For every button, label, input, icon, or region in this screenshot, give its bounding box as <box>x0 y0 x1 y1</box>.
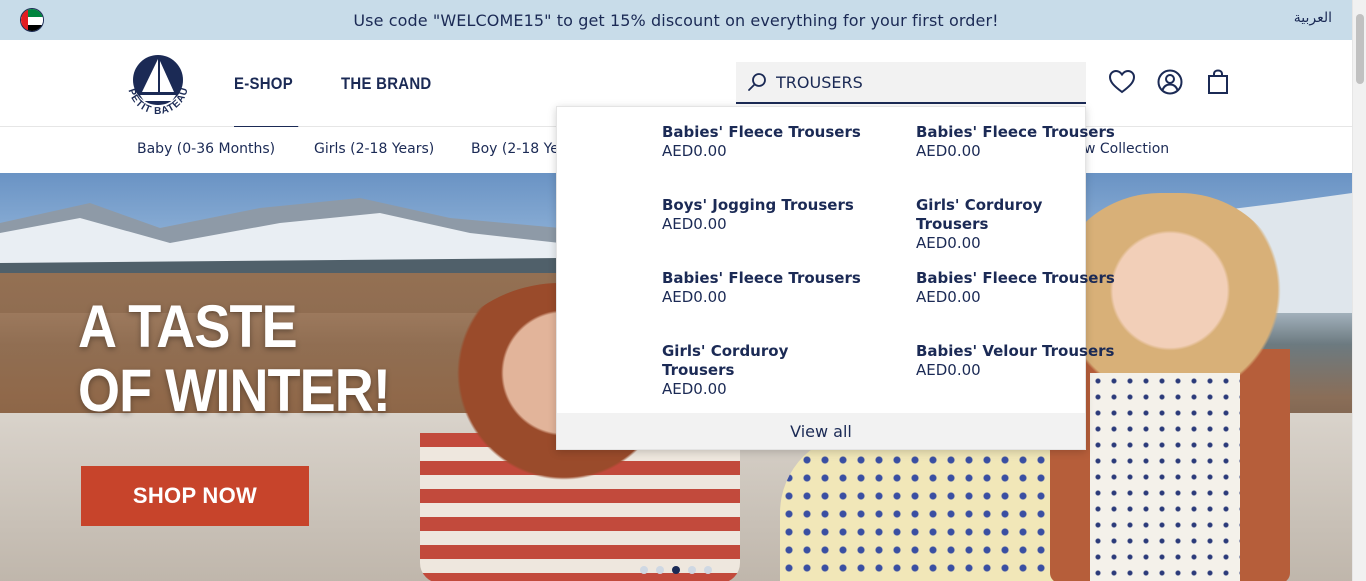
promo-bar: Use code "WELCOME15" to get 15% discount… <box>0 0 1352 40</box>
result-price: AED0.00 <box>662 215 727 233</box>
result-price: AED0.00 <box>916 142 981 160</box>
petit-bateau-logo[interactable]: PETIT BATEAU <box>118 48 198 120</box>
bag-icon[interactable] <box>1204 68 1232 96</box>
main-nav: E-SHOP THE BRAND <box>234 40 444 128</box>
carousel-dot-active[interactable] <box>672 566 680 574</box>
child-figure <box>780 433 1080 581</box>
search-result[interactable]: Babies' Fleece Trousers AED0.00 <box>662 123 862 161</box>
result-name: Boys' Jogging Trousers <box>662 196 854 214</box>
search-result[interactable]: Boys' Jogging Trousers AED0.00 <box>662 196 862 234</box>
shop-now-button[interactable]: SHOP NOW <box>81 466 309 526</box>
hero-title-line2: OF WINTER! <box>78 357 391 424</box>
result-name: Babies' Velour Trousers <box>916 342 1115 360</box>
search-result[interactable]: Girls' Corduroy Trousers AED0.00 <box>916 196 1116 253</box>
category-girls[interactable]: Girls (2-18 Years) <box>314 141 434 157</box>
category-baby[interactable]: Baby (0-36 Months) <box>137 141 275 157</box>
carousel-dots <box>640 566 712 574</box>
search-result[interactable]: Babies' Fleece Trousers AED0.00 <box>662 269 862 307</box>
result-name: Babies' Fleece Trousers <box>662 123 861 141</box>
result-name: Girls' Corduroy Trousers <box>662 342 789 379</box>
carousel-dot[interactable] <box>640 566 648 574</box>
result-price: AED0.00 <box>916 234 981 252</box>
search-suggestions-dropdown: Babies' Fleece Trousers AED0.00 Babies' … <box>556 106 1115 450</box>
result-price: AED0.00 <box>916 288 981 306</box>
carousel-dot[interactable] <box>704 566 712 574</box>
page-scrollbar[interactable] <box>1352 0 1366 581</box>
nav-eshop[interactable]: E-SHOP <box>234 40 299 128</box>
girl-shirt <box>1090 373 1240 581</box>
category-boy[interactable]: Boy (2-18 Ye <box>471 141 559 157</box>
result-name: Babies' Fleece Trousers <box>916 269 1115 287</box>
view-all-button[interactable]: View all <box>557 413 1085 449</box>
carousel-dot[interactable] <box>656 566 664 574</box>
search-input[interactable] <box>776 72 1076 92</box>
result-name: Babies' Fleece Trousers <box>916 123 1115 141</box>
search-result[interactable]: Babies' Fleece Trousers AED0.00 <box>916 269 1116 307</box>
nav-the-brand[interactable]: THE BRAND <box>341 40 431 127</box>
heart-icon[interactable] <box>1108 68 1136 96</box>
result-price: AED0.00 <box>662 380 727 398</box>
search-box[interactable] <box>736 62 1086 104</box>
result-price: AED0.00 <box>662 288 727 306</box>
promo-text: Use code "WELCOME15" to get 15% discount… <box>353 10 999 30</box>
header-icons <box>1108 68 1232 96</box>
search-result[interactable]: Babies' Fleece Trousers AED0.00 <box>916 123 1116 161</box>
search-result[interactable]: Girls' Corduroy Trousers AED0.00 <box>662 342 862 399</box>
uae-flag-icon[interactable] <box>20 8 44 32</box>
hero-title: A TASTE OF WINTER! <box>78 293 391 424</box>
search-icon[interactable] <box>746 71 768 93</box>
result-price: AED0.00 <box>662 142 727 160</box>
hero-title-line1: A TASTE <box>78 293 298 360</box>
result-price: AED0.00 <box>916 361 981 379</box>
result-name: Girls' Corduroy Trousers <box>916 196 1043 233</box>
search-result[interactable]: Babies' Velour Trousers AED0.00 <box>916 342 1116 380</box>
carousel-dot[interactable] <box>688 566 696 574</box>
scrollbar-thumb[interactable] <box>1356 14 1364 84</box>
language-switch-link[interactable]: العربية <box>1294 10 1332 26</box>
account-icon[interactable] <box>1156 68 1184 96</box>
result-name: Babies' Fleece Trousers <box>662 269 861 287</box>
